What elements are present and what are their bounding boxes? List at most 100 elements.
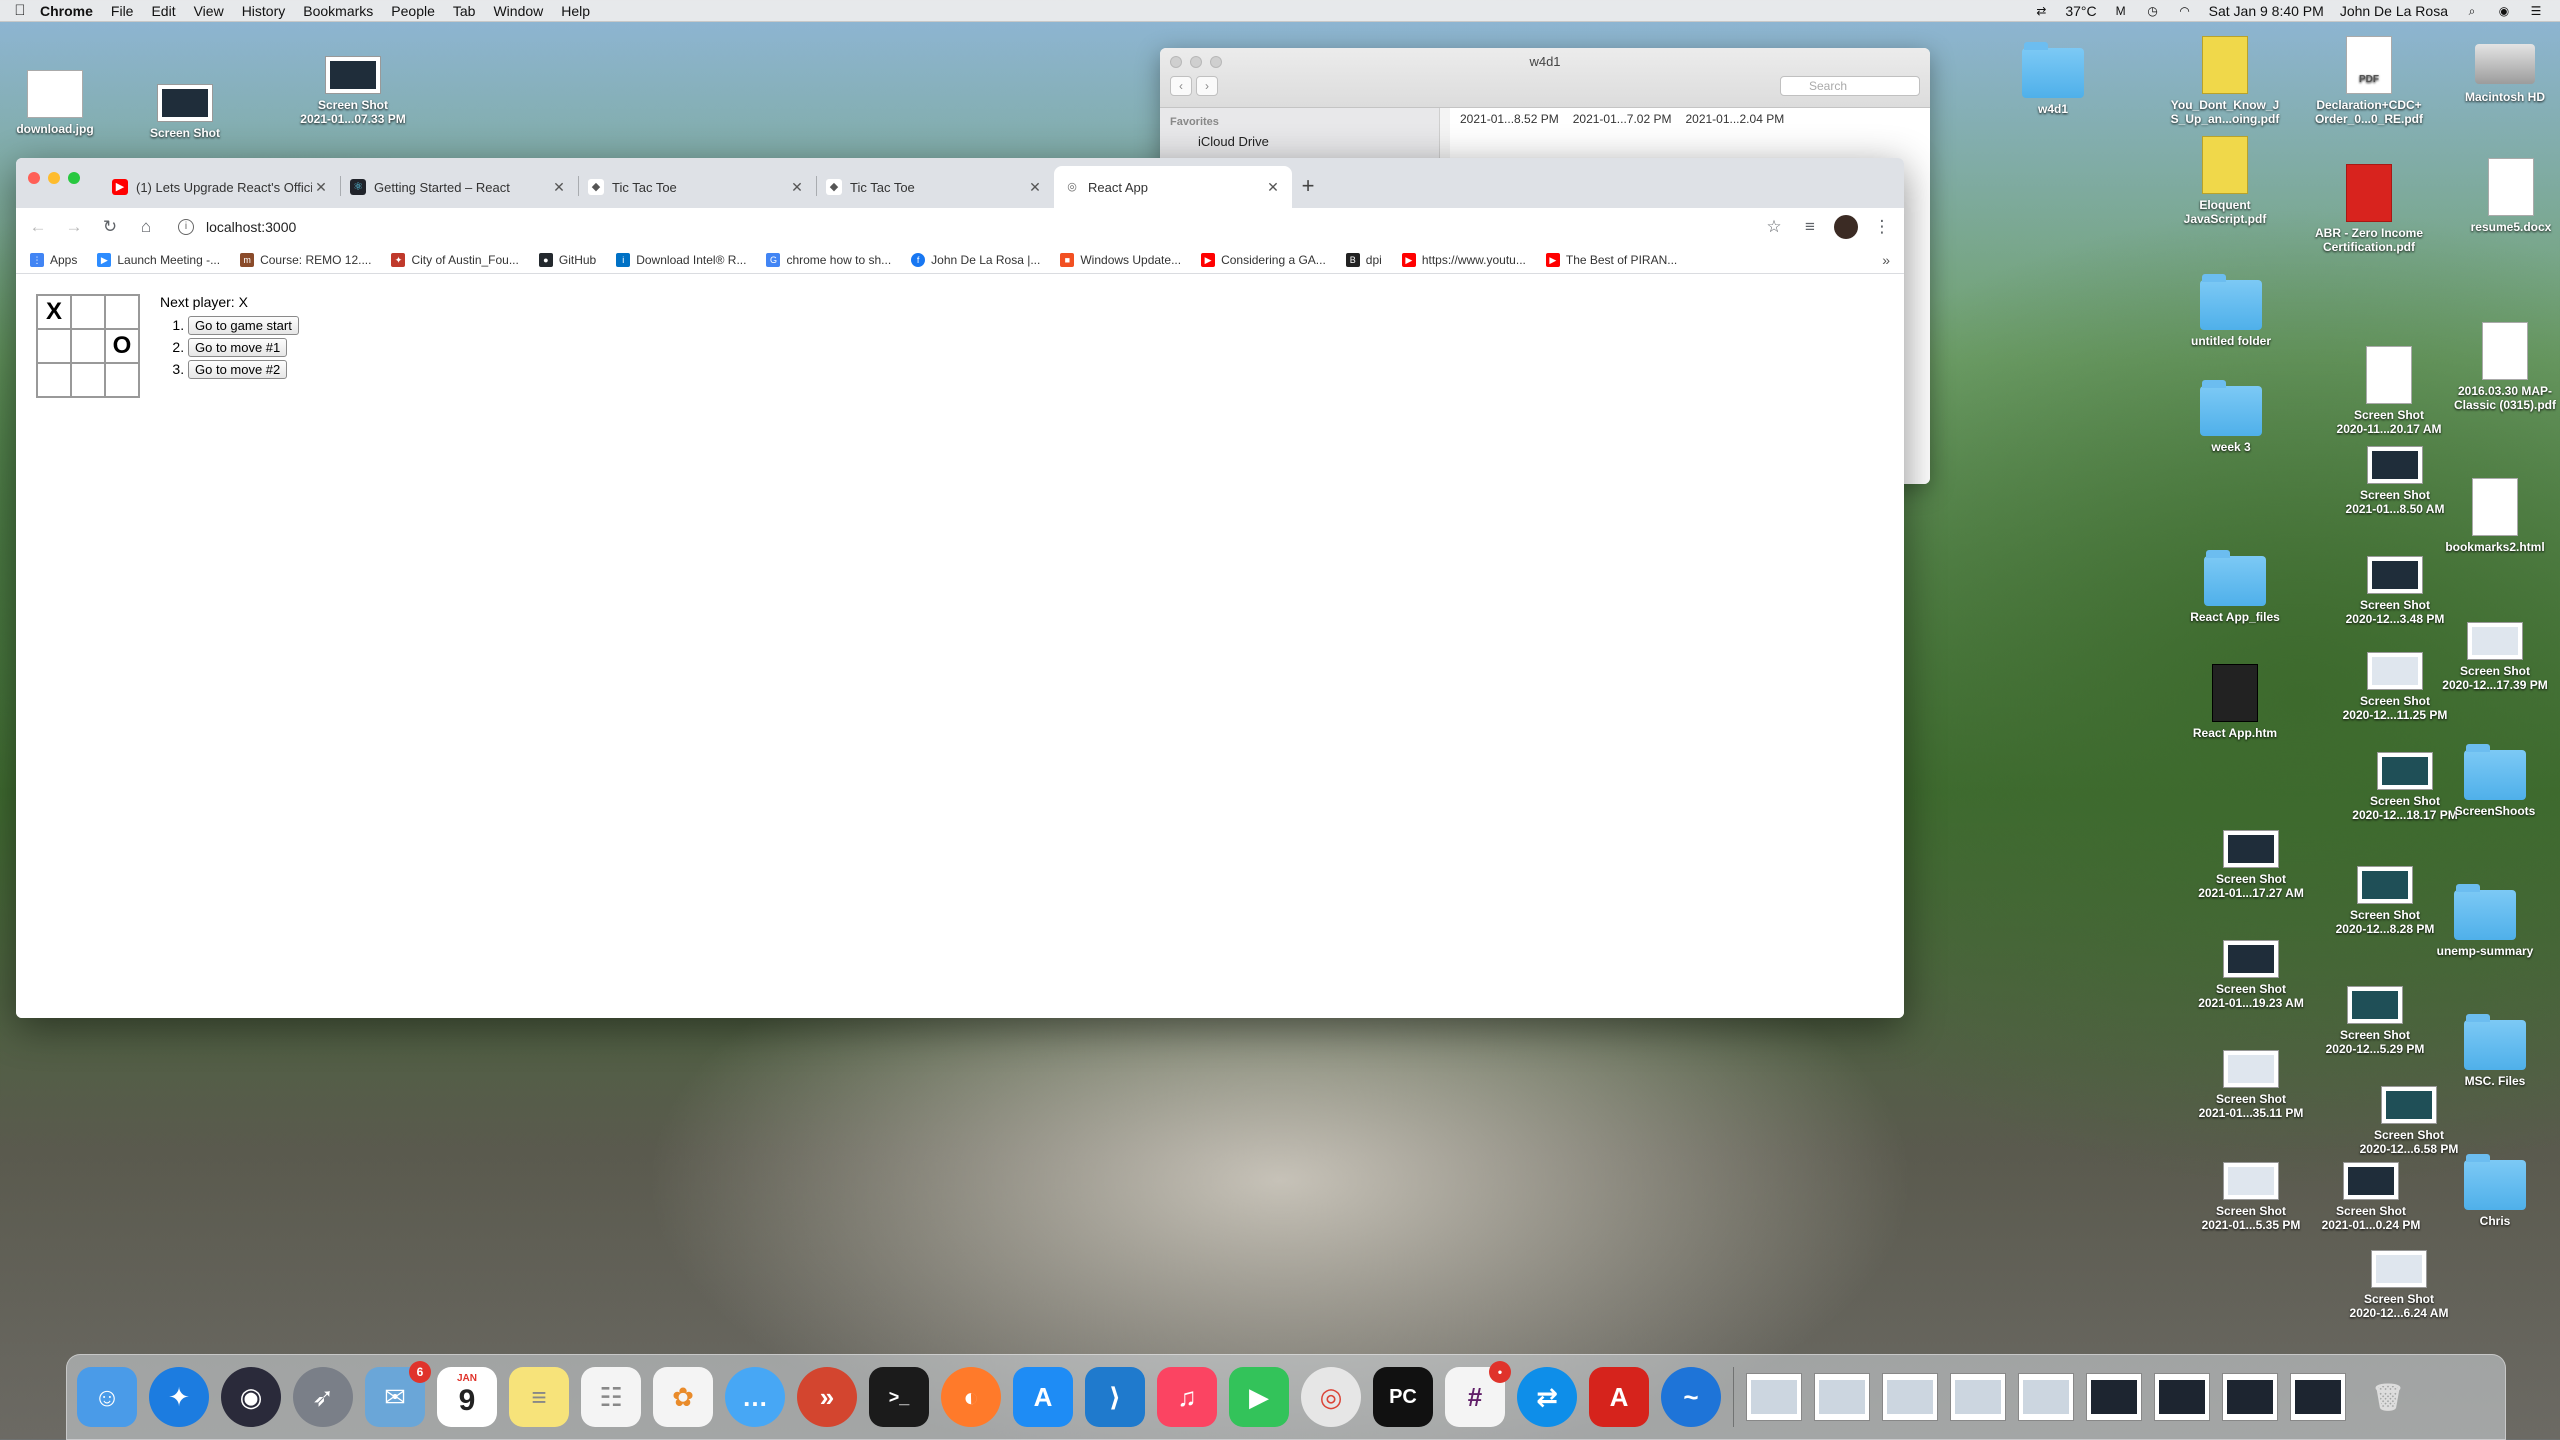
desktop-icon-macintosh-hd[interactable]: Macintosh HD	[2440, 36, 2560, 104]
desktop-icon-screenshot[interactable]: Screen Shot 2021-01...5.35 PM	[2186, 1162, 2316, 1232]
reload-icon[interactable]: ↻	[98, 215, 122, 239]
bookmark-item[interactable]: Gchrome how to sh...	[766, 252, 891, 267]
desktop-icon-screenshot[interactable]: Screen Shot 2020-12...11.25 PM	[2330, 652, 2460, 722]
forward-arrow-icon[interactable]: →	[62, 215, 86, 239]
board-square[interactable]	[105, 295, 139, 329]
desktop-icon-screenshot[interactable]: Screen Shot 2020-11...20.17 AM	[2324, 346, 2454, 436]
trash-icon[interactable]: 🗑	[2358, 1367, 2418, 1427]
notification-center-icon[interactable]: ☰	[2528, 4, 2544, 18]
bookmark-item[interactable]: ▶ Considering a GA...	[1201, 252, 1326, 267]
wifi-icon[interactable]: ◠	[2177, 4, 2193, 18]
menu-app-name[interactable]: Chrome	[40, 3, 93, 19]
menu-help[interactable]: Help	[561, 3, 590, 19]
desktop-icon-screenshoots[interactable]: ScreenShoots	[2430, 744, 2560, 818]
bookmark-item[interactable]: Bdpi	[1345, 252, 1382, 267]
desktop-icon-screenshot[interactable]: Screen Shot 2020-12...6.58 PM	[2344, 1086, 2474, 1156]
finder-search-input[interactable]: Search	[1780, 76, 1920, 96]
tab-tic-tac-toe[interactable]: ◆ Tic Tac Toe ✕	[816, 166, 1054, 208]
desktop-icon-screenshot[interactable]: Screen Shot 2021-01...0.24 PM	[2306, 1162, 2436, 1232]
home-icon[interactable]: ⌂	[134, 215, 158, 239]
finder-sidebar-item-icloud[interactable]: iCloud Drive	[1170, 134, 1429, 149]
profile-avatar[interactable]	[1834, 215, 1858, 239]
bookmark-item[interactable]: f John De La Rosa |...	[911, 252, 1040, 267]
tab-react-app[interactable]: ◎ React App ✕	[1054, 166, 1292, 208]
menu-tab[interactable]: Tab	[453, 3, 476, 19]
clock[interactable]: Sat Jan 9 8:40 PM	[2209, 3, 2324, 19]
reminders-app-icon[interactable]: ☷	[581, 1367, 641, 1427]
desktop-icon-abr-pdf[interactable]: ABR - Zero Income Certification.pdf	[2304, 164, 2434, 254]
slack-app-icon[interactable]: # •	[1445, 1361, 1511, 1427]
go-to-move-2-button[interactable]: Go to move #2	[188, 360, 288, 379]
desktop-icon-untitled-folder[interactable]: untitled folder	[2166, 274, 2296, 348]
bookmark-apps[interactable]: ⋮ Apps	[30, 252, 77, 267]
pycharm-app-icon[interactable]: PC	[1373, 1367, 1433, 1427]
finder-back-button[interactable]: ‹	[1170, 76, 1192, 96]
bookmark-item[interactable]: ■ Windows Update...	[1060, 252, 1181, 267]
firefox-app-icon[interactable]: ◐	[941, 1367, 1001, 1427]
apple-menu-icon[interactable]: 	[0, 2, 40, 19]
menu-file[interactable]: File	[111, 3, 134, 19]
tab-close-icon[interactable]: ✕	[1264, 179, 1282, 196]
bookmark-item[interactable]: ✦ City of Austin_Fou...	[391, 252, 519, 267]
tab-close-icon[interactable]: ✕	[312, 179, 330, 196]
close-window-button[interactable]	[28, 172, 40, 184]
menu-bookmarks[interactable]: Bookmarks	[303, 3, 373, 19]
finder-app-icon[interactable]: ☺	[77, 1367, 137, 1427]
calendar-app-icon[interactable]: JAN 9	[437, 1367, 497, 1427]
teamviewer-status-icon[interactable]: ⇄	[2033, 4, 2049, 18]
desktop-icon-screenshot[interactable]: Screen Shot 2021-01...19.23 AM	[2186, 940, 2316, 1010]
user-name[interactable]: John De La Rosa	[2340, 3, 2448, 19]
temperature-readout[interactable]: 37°C	[2065, 3, 2096, 19]
board-square[interactable]	[71, 295, 105, 329]
desktop-icon-bookmarks2-html[interactable]: bookmarks2.html	[2430, 478, 2560, 554]
terminal-app-icon[interactable]: >_	[869, 1367, 929, 1427]
desktop-icon-map-classic-pdf[interactable]: 2016.03.30 MAP- Classic (0315).pdf	[2440, 322, 2560, 412]
board-square[interactable]	[105, 363, 139, 397]
desktop-icon-unemp-summary[interactable]: unemp-summary	[2420, 884, 2550, 958]
new-tab-button[interactable]: +	[1292, 166, 1324, 208]
tab-close-icon[interactable]: ✕	[788, 179, 806, 196]
minimized-window-thumbnail[interactable]	[2290, 1373, 2346, 1421]
launchpad-app-icon[interactable]: ➶	[293, 1367, 353, 1427]
board-square[interactable]	[71, 363, 105, 397]
minimized-window-thumbnail[interactable]	[1814, 1373, 1870, 1421]
go-to-move-1-button[interactable]: Go to move #1	[188, 338, 288, 357]
siri-icon[interactable]: ◉	[2496, 4, 2512, 18]
desktop-icon-screenshot[interactable]: Screen Shot 2020-12...6.24 AM	[2334, 1250, 2464, 1320]
teamviewer-app-icon[interactable]: ⇄	[1517, 1367, 1577, 1427]
desktop-icon-you-dont-know-js[interactable]: You_Dont_Know_J S_Up_an...oing.pdf	[2160, 36, 2290, 126]
desktop-icon-declaration-pdf[interactable]: Declaration+CDC+ Order_0...0_RE.pdf	[2304, 36, 2434, 126]
minimized-window-thumbnail[interactable]	[2086, 1373, 2142, 1421]
mail-app-icon[interactable]: ✉ 6	[365, 1361, 431, 1427]
menu-view[interactable]: View	[194, 3, 224, 19]
desktop-icon-screenshot[interactable]: Screen Shot 2021-01...07.33 PM	[288, 56, 418, 126]
minimized-window-thumbnail[interactable]	[1746, 1373, 1802, 1421]
messages-app-icon[interactable]: …	[725, 1367, 785, 1427]
minimized-window-thumbnail[interactable]	[1950, 1373, 2006, 1421]
facetime-app-icon[interactable]: ▶	[1229, 1367, 1289, 1427]
desktop-icon-react-app-htm[interactable]: React App.htm	[2170, 664, 2300, 740]
tab-getting-started-react[interactable]: ⚛ Getting Started – React ✕	[340, 166, 578, 208]
back-arrow-icon[interactable]: ←	[26, 215, 50, 239]
remote-desktop-app-icon[interactable]: »	[797, 1367, 857, 1427]
minimized-window-thumbnail[interactable]	[1882, 1373, 1938, 1421]
app-store-app-icon[interactable]: A	[1013, 1367, 1073, 1427]
desktop-icon-msc-files[interactable]: MSC. Files	[2430, 1014, 2560, 1088]
minimize-window-button[interactable]	[48, 172, 60, 184]
desktop-icon-screenshot[interactable]: Screen Shot 2021-01...35.11 PM	[2186, 1050, 2316, 1120]
bookmark-star-icon[interactable]: ☆	[1762, 215, 1786, 239]
board-square[interactable]: X	[37, 295, 71, 329]
siri-app-icon[interactable]: ◉	[221, 1367, 281, 1427]
menu-edit[interactable]: Edit	[151, 3, 175, 19]
tab-tic-tac-toe[interactable]: ◆ Tic Tac Toe ✕	[578, 166, 816, 208]
notes-app-icon[interactable]: ≡	[509, 1367, 569, 1427]
minimized-window-thumbnail[interactable]	[2222, 1373, 2278, 1421]
desktop-icon-screenshot[interactable]: Screen Shot 2020-12...3.48 PM	[2330, 556, 2460, 626]
url-text[interactable]: localhost:3000	[206, 219, 296, 235]
spotlight-icon[interactable]: ⌕	[2464, 4, 2480, 18]
desktop-icon-eloquent-js[interactable]: Eloquent JavaScript.pdf	[2160, 136, 2290, 226]
bookmark-item[interactable]: ▶ https://www.youtu...	[1401, 252, 1526, 267]
bookmarks-overflow-button[interactable]: »	[1882, 252, 1890, 268]
bookmark-item[interactable]: i Download Intel® R...	[616, 252, 746, 267]
safari-app-icon[interactable]: ✦	[149, 1367, 209, 1427]
